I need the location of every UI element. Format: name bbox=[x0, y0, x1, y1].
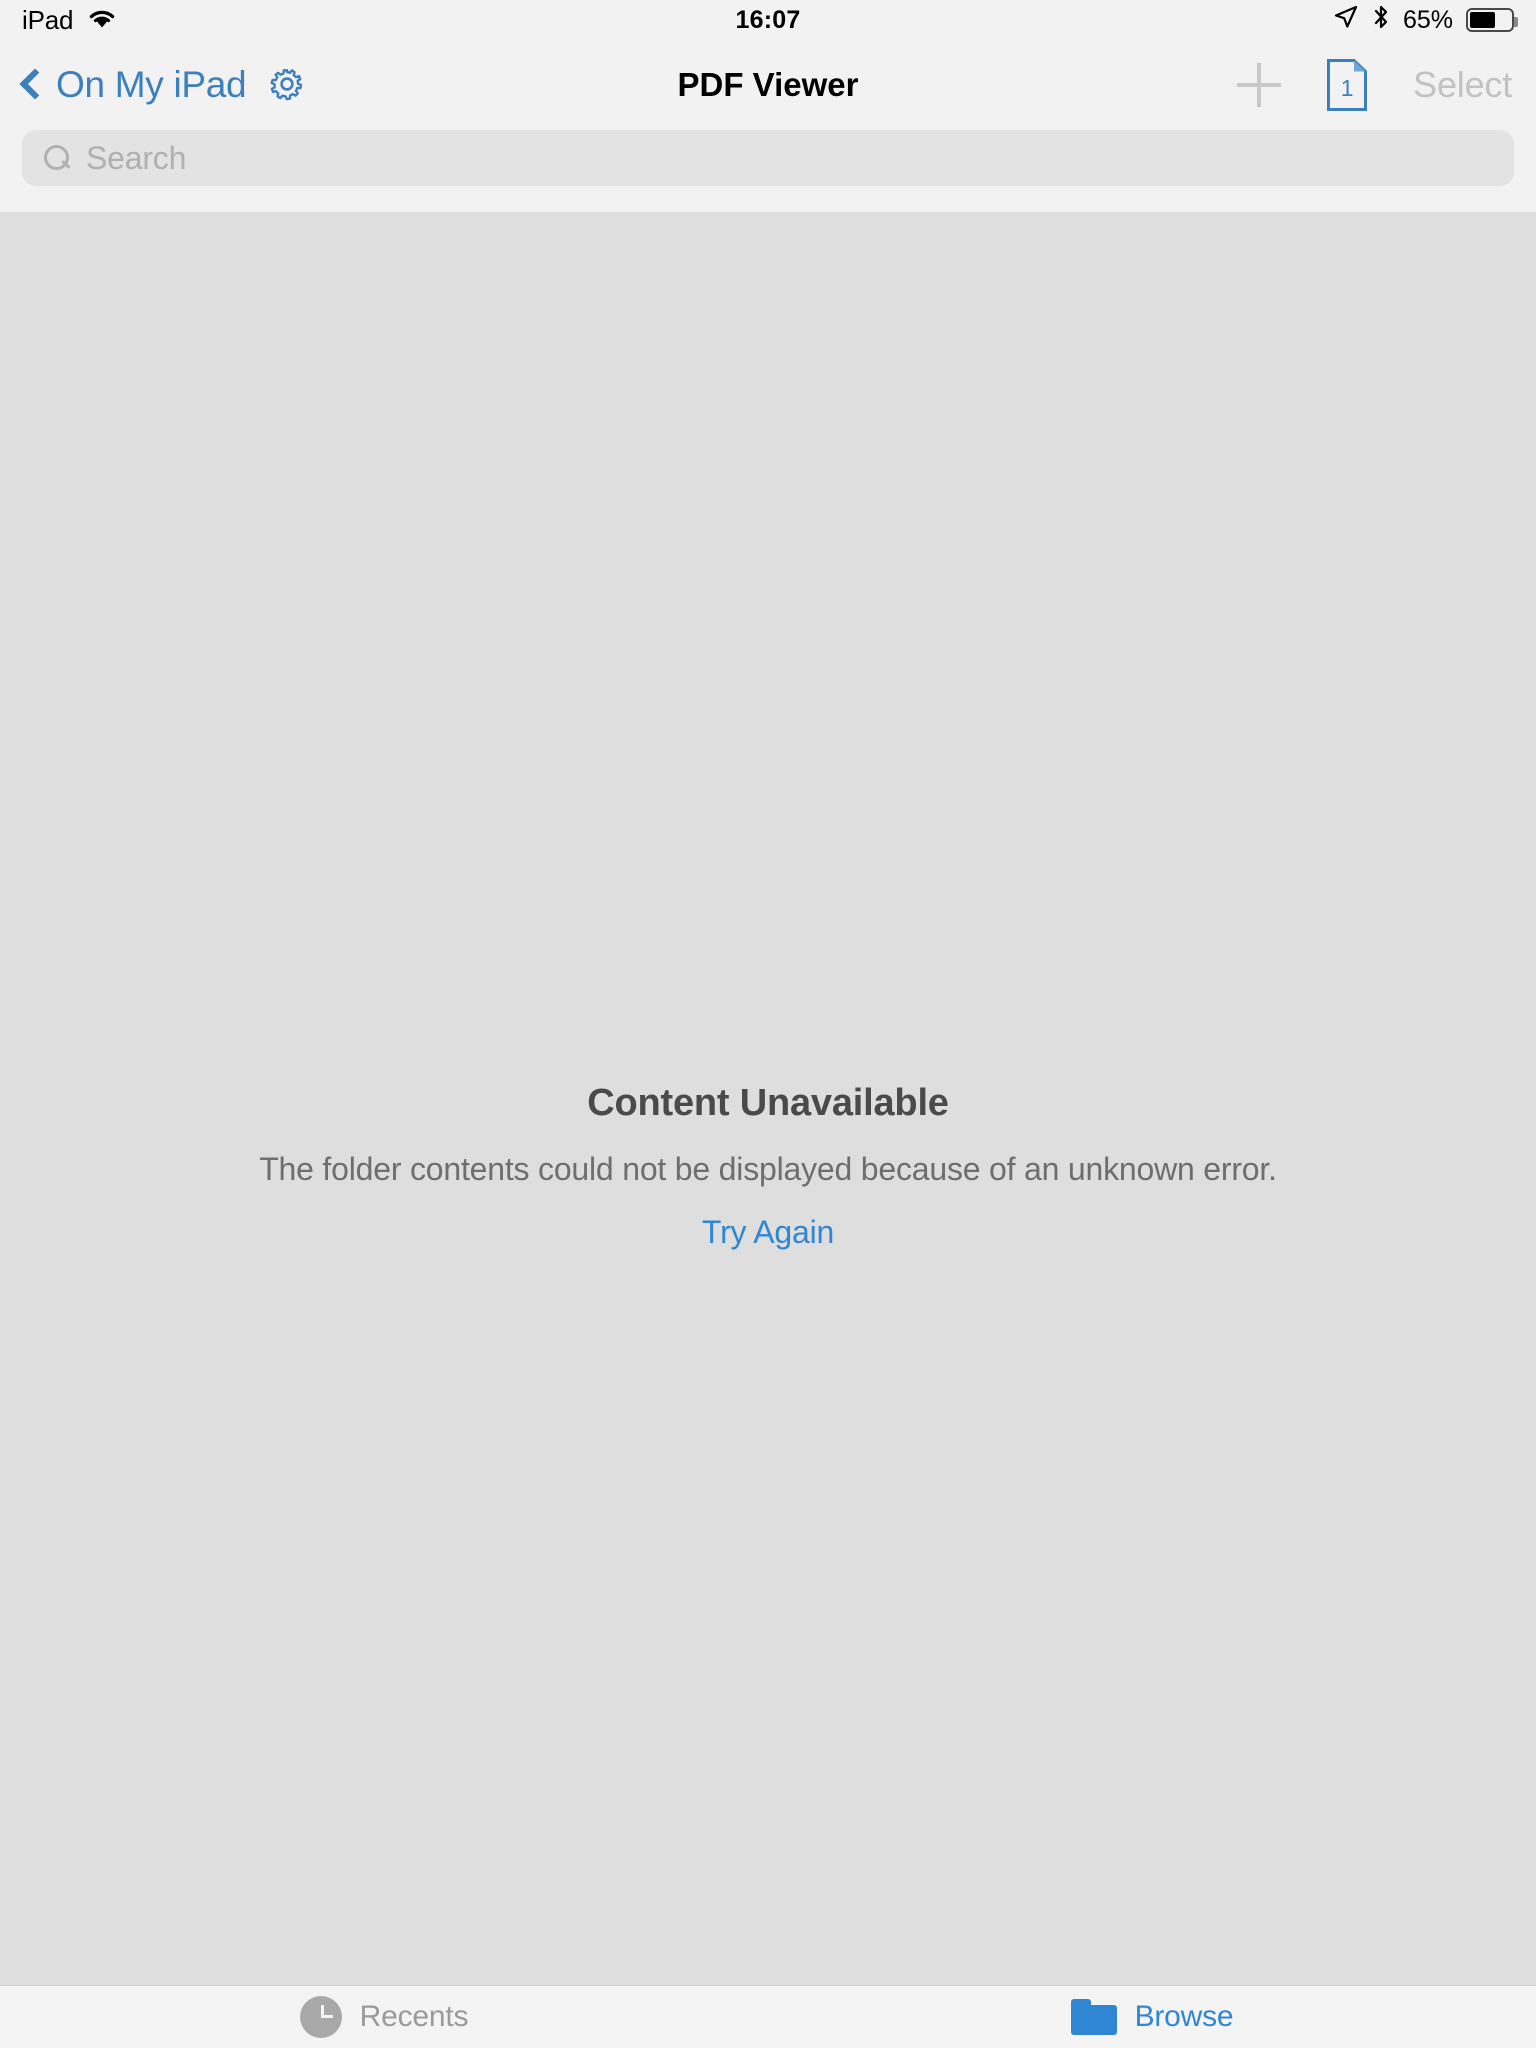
empty-state: Content Unavailable The folder contents … bbox=[0, 1082, 1536, 1251]
document-count-icon[interactable]: 1 bbox=[1327, 59, 1368, 111]
status-bar: iPad 16:07 65% bbox=[0, 0, 1536, 40]
back-button-label: On My iPad bbox=[56, 64, 247, 105]
tab-browse-label: Browse bbox=[1134, 2000, 1234, 2033]
navigation-bar-right: 1 Select bbox=[1237, 59, 1512, 111]
document-count-label: 1 bbox=[1340, 75, 1354, 101]
search-input[interactable]: Search bbox=[86, 140, 186, 177]
navigation-bar-left: On My iPad bbox=[19, 64, 306, 107]
add-button[interactable] bbox=[1237, 63, 1282, 107]
search-bar-container: Search bbox=[0, 130, 1536, 212]
wifi-icon bbox=[87, 7, 117, 34]
gear-icon[interactable] bbox=[268, 64, 306, 107]
bluetooth-icon bbox=[1372, 4, 1390, 37]
select-button[interactable]: Select bbox=[1413, 64, 1512, 106]
status-device-label: iPad bbox=[22, 4, 74, 35]
status-time: 16:07 bbox=[735, 5, 801, 34]
chevron-left-icon bbox=[19, 68, 51, 100]
try-again-button[interactable]: Try Again bbox=[702, 1214, 834, 1251]
battery-percent-label: 65% bbox=[1402, 5, 1453, 34]
tab-recents-label: Recents bbox=[359, 2000, 469, 2033]
back-button[interactable]: On My iPad bbox=[19, 64, 247, 106]
ipad-files-app: iPad 16:07 65% On My iPad PDF Viewer 1 S… bbox=[0, 0, 1536, 2048]
navigation-bar: On My iPad PDF Viewer 1 Select bbox=[0, 40, 1536, 130]
search-icon bbox=[44, 145, 70, 171]
status-bar-right: 65% bbox=[1333, 4, 1518, 37]
tab-recents[interactable]: Recents bbox=[0, 1986, 768, 2048]
empty-state-title: Content Unavailable bbox=[587, 1082, 949, 1124]
battery-icon bbox=[1466, 8, 1518, 32]
tab-browse[interactable]: Browse bbox=[768, 1986, 1536, 2048]
file-list-area: Content Unavailable The folder contents … bbox=[0, 212, 1536, 1985]
empty-state-message: The folder contents could not be display… bbox=[259, 1151, 1277, 1187]
status-bar-left: iPad bbox=[22, 5, 117, 36]
folder-icon bbox=[1070, 1999, 1117, 2035]
clock-icon bbox=[299, 1996, 342, 2038]
location-arrow-icon bbox=[1333, 4, 1359, 37]
search-field[interactable]: Search bbox=[22, 130, 1514, 186]
tab-bar: Recents Browse bbox=[0, 1985, 1536, 2048]
